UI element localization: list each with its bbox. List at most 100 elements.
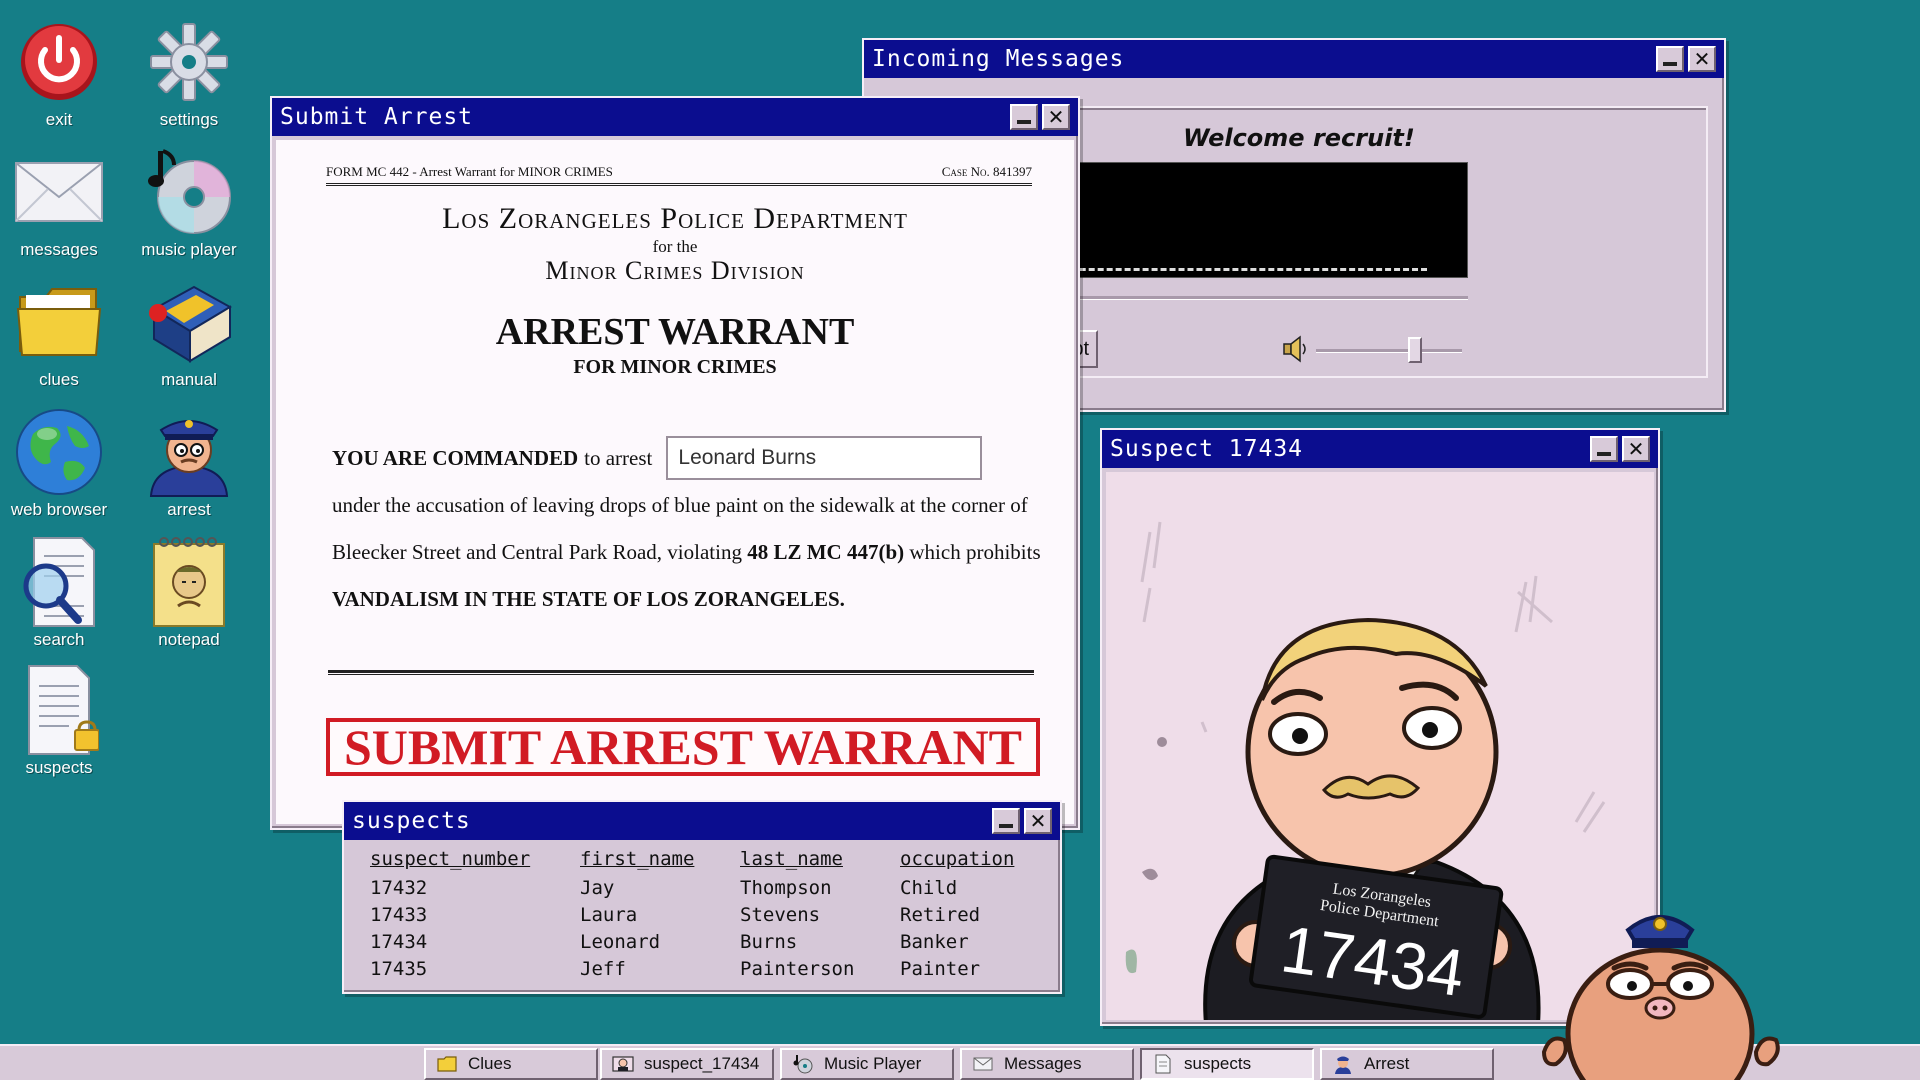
column-header[interactable]: occupation [900, 848, 1042, 874]
table-row[interactable]: 17432 Jay Thompson Child [370, 874, 1042, 901]
volume-icon[interactable] [1280, 334, 1310, 364]
desktop-icon-search[interactable]: search [0, 536, 124, 656]
desktop-icon-label: manual [161, 370, 217, 389]
taskbar-item-suspect-17434[interactable]: suspect_17434 [600, 1048, 774, 1080]
arrest-warrant-form: FORM MC 442 - Arrest Warrant for MINOR C… [276, 140, 1074, 824]
submit-arrest-window: Submit Arrest ✕ FORM MC 442 - Arrest War… [270, 96, 1080, 830]
division-name: Minor Crimes Division [545, 256, 805, 285]
folder-icon [11, 276, 107, 368]
minimize-icon [1663, 62, 1677, 66]
minimize-icon [999, 824, 1013, 828]
volume-slider-track[interactable] [1316, 349, 1462, 353]
table-cell: Painterson [740, 957, 855, 980]
table-header-row: suspect_number first_name last_name occu… [370, 848, 1042, 874]
department-connector: for the [652, 237, 698, 256]
book-icon [141, 276, 237, 368]
assistant-officer-mascot[interactable] [1530, 884, 1800, 1080]
incoming-messages-titlebar[interactable]: Incoming Messages ✕ [864, 40, 1724, 78]
table-cell: Stevens [740, 903, 821, 926]
table-cell: Retired [900, 903, 981, 926]
column-header[interactable]: suspect_number [370, 848, 580, 874]
police-officer-icon [1332, 1054, 1354, 1074]
window-title: suspects [352, 808, 471, 834]
close-button[interactable]: ✕ [1688, 46, 1716, 72]
minimize-button[interactable] [1590, 436, 1618, 462]
table-row[interactable]: 17433 Laura Stevens Retired [370, 901, 1042, 928]
close-button[interactable]: ✕ [1042, 104, 1070, 130]
taskbar-item-clues[interactable]: Clues [424, 1048, 598, 1080]
window-title: Suspect 17434 [1110, 436, 1304, 462]
table-row[interactable]: 17435 Jeff Painterson Painter [370, 955, 1042, 982]
suspect-name-input[interactable]: Leonard Burns [666, 436, 983, 480]
desktop-icon-settings[interactable]: settings [124, 16, 254, 136]
envelope-icon [972, 1054, 994, 1074]
minimize-button[interactable] [1010, 104, 1038, 130]
minimize-icon [1017, 120, 1031, 124]
desktop-icon-clues[interactable]: clues [0, 276, 124, 396]
accusation-part-2: which prohibits [909, 540, 1041, 564]
taskbar-item-messages[interactable]: Messages [960, 1048, 1134, 1080]
desktop-icon-label: arrest [167, 500, 211, 519]
table-row[interactable]: 17434 Leonard Burns Banker [370, 928, 1042, 955]
table-cell: Jeff [580, 957, 626, 980]
submit-arrest-warrant-button[interactable]: SUBMIT ARREST WARRANT [326, 718, 1040, 776]
taskbar-item-label: Music Player [824, 1054, 922, 1073]
window-title: Incoming Messages [872, 46, 1125, 72]
department-name: Los Zorangeles Police Department [442, 202, 908, 235]
form-header: FORM MC 442 - Arrest Warrant for MINOR C… [326, 164, 1032, 186]
police-officer-icon [141, 406, 237, 498]
desktop-icon-arrest[interactable]: arrest [124, 406, 254, 526]
desktop-icon-manual[interactable]: manual [124, 276, 254, 396]
accusation-text: under the accusation of leaving drops of… [332, 482, 1042, 623]
desktop-icon-suspects[interactable]: suspects [0, 664, 124, 784]
minimize-button[interactable] [992, 808, 1020, 834]
table-cell: Thompson [740, 876, 832, 899]
suspect-mugshot-titlebar[interactable]: Suspect 17434 ✕ [1102, 430, 1658, 468]
table-cell: Laura [580, 903, 638, 926]
desktop-icon-label: suspects [25, 758, 93, 777]
desktop-icon-music-player[interactable]: music player [124, 146, 254, 266]
submit-arrest-titlebar[interactable]: Submit Arrest ✕ [272, 98, 1078, 136]
command-text: to arrest [584, 445, 653, 470]
suspects-table-titlebar[interactable]: suspects ✕ [344, 802, 1060, 840]
command-bold-text: YOU ARE COMMANDED [332, 445, 579, 470]
table-cell: Child [900, 876, 958, 899]
gear-icon [141, 16, 237, 108]
taskbar-item-label: Arrest [1364, 1054, 1410, 1073]
close-button[interactable]: ✕ [1622, 436, 1650, 462]
notepad-icon [141, 536, 237, 628]
taskbar-item-label: suspect_17434 [644, 1054, 760, 1073]
taskbar-item-suspects[interactable]: suspects [1140, 1048, 1314, 1080]
suspects-table: suspect_number first_name last_name occu… [370, 848, 1042, 982]
taskbar-item-arrest[interactable]: Arrest [1320, 1048, 1494, 1080]
desktop-icon-label: web browser [10, 500, 108, 519]
minimize-button[interactable] [1656, 46, 1684, 72]
close-icon: ✕ [1029, 809, 1047, 833]
desktop-icon-label: messages [20, 240, 98, 259]
command-row: YOU ARE COMMANDED to arrest Leonard Burn… [332, 436, 983, 480]
warrant-subheading: FOR MINOR CRIMES [573, 356, 777, 378]
suspects-table-window: suspects ✕ suspect_number first_name las… [342, 800, 1062, 994]
table-cell: 17435 [370, 957, 428, 980]
statute-reference: 48 LZ MC 447(b) [747, 540, 905, 564]
close-icon: ✕ [1047, 105, 1065, 129]
taskbar-item-music-player[interactable]: Music Player [780, 1048, 954, 1080]
close-button[interactable]: ✕ [1024, 808, 1052, 834]
volume-slider-knob[interactable] [1408, 337, 1423, 363]
desktop-icon-label: settings [159, 110, 219, 129]
table-cell: 17432 [370, 876, 428, 899]
table-cell: 17434 [370, 930, 428, 953]
column-header[interactable]: first_name [580, 848, 740, 874]
desktop-icon-exit[interactable]: exit [0, 16, 124, 136]
desktop-icon-notepad[interactable]: notepad [124, 536, 254, 656]
crime-name: VANDALISM IN THE STATE OF LOS ZORANGELES… [332, 587, 845, 611]
table-cell: 17433 [370, 903, 428, 926]
column-header[interactable]: last_name [740, 848, 900, 874]
document-icon [1152, 1054, 1174, 1074]
officer-mascot-art [1541, 915, 1780, 1080]
desktop-icon-web-browser[interactable]: web browser [0, 406, 124, 526]
table-cell: Jay [580, 876, 615, 899]
envelope-icon [11, 146, 107, 238]
table-cell: Burns [740, 930, 798, 953]
desktop-icon-messages[interactable]: messages [0, 146, 124, 266]
